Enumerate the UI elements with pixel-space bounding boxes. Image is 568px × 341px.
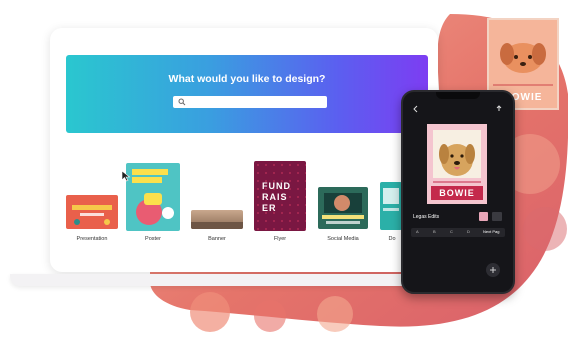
template-label-poster: Poster: [145, 236, 161, 242]
phone-notch: [436, 92, 480, 99]
template-banner[interactable]: [191, 210, 243, 229]
phone-poster-name: BOWIE: [431, 186, 483, 200]
phone-toolbar-label: Legas Edits: [413, 214, 440, 220]
tab-next-page[interactable]: Next Pag: [483, 229, 499, 234]
add-button[interactable]: [486, 263, 500, 277]
template-label-banner: Banner: [208, 236, 226, 242]
dog-photo: [439, 144, 475, 176]
template-social-media[interactable]: [318, 187, 368, 229]
phone-device: BOWIE Legas Edits A B C D Next Pag: [401, 90, 515, 294]
search-input[interactable]: [173, 96, 327, 108]
share-icon[interactable]: [495, 105, 503, 113]
tab-1[interactable]: A: [416, 229, 419, 234]
template-poster[interactable]: [126, 163, 180, 231]
template-flyer[interactable]: FUND RAIS ER: [254, 161, 306, 231]
phone-tab-bar: A B C D Next Pag: [411, 228, 505, 237]
cursor-icon: [121, 170, 131, 182]
phone-poster-canvas[interactable]: BOWIE: [427, 124, 487, 204]
search-icon: [178, 98, 186, 106]
template-label-presentation: Presentation: [76, 236, 108, 242]
template-document[interactable]: [380, 182, 402, 230]
template-label-flyer: Flyer: [273, 236, 287, 242]
flyer-text-line-3: ER: [262, 203, 277, 213]
flyer-text-line-2: RAIS: [262, 192, 288, 202]
dog-illustration: [500, 43, 546, 73]
tab-3[interactable]: C: [450, 229, 453, 234]
tab-4[interactable]: D: [467, 229, 470, 234]
tab-2[interactable]: B: [433, 229, 436, 234]
plus-icon: [490, 267, 496, 273]
laptop-base: [10, 274, 425, 286]
flyer-text-line-1: FUND: [262, 181, 291, 191]
back-arrow-icon[interactable]: [412, 105, 420, 113]
template-presentation[interactable]: [66, 195, 118, 229]
options-button[interactable]: [492, 212, 502, 221]
hero-title: What would you like to design?: [168, 73, 326, 85]
color-swatch[interactable]: [479, 212, 488, 221]
hero-banner: What would you like to design?: [66, 55, 428, 133]
